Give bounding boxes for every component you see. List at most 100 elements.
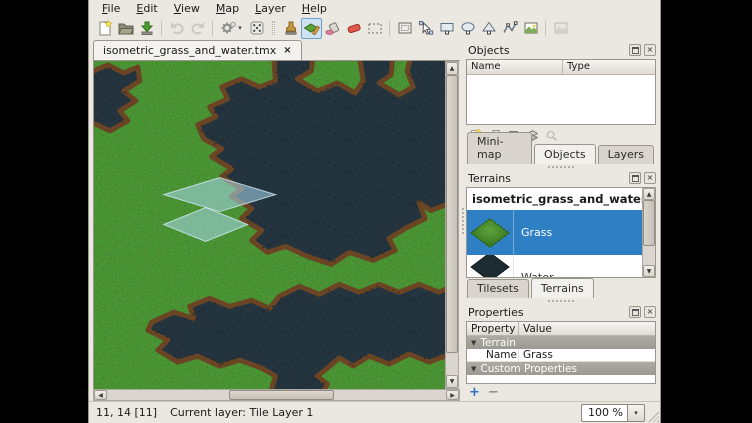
grass-tile-thumbnail bbox=[467, 210, 514, 255]
menu-file[interactable]: File bbox=[102, 2, 120, 15]
rectangular-select-button[interactable] bbox=[364, 18, 385, 39]
canvas-vertical-scrollbar[interactable]: ▲ ▼ bbox=[445, 61, 459, 389]
undo-button[interactable] bbox=[166, 18, 187, 39]
objects-panel-label: Objects bbox=[468, 44, 626, 57]
document-tab-bar: isometric_grass_and_water.tmx × bbox=[93, 40, 460, 60]
insert-ellipse-button[interactable] bbox=[457, 18, 478, 39]
tab-tilesets[interactable]: Tilesets bbox=[467, 279, 529, 298]
close-panel-icon[interactable]: × bbox=[644, 172, 656, 184]
scroll-down-icon[interactable]: ▼ bbox=[643, 265, 655, 277]
bucket-fill-button[interactable] bbox=[322, 18, 343, 39]
insert-polygon-button[interactable] bbox=[478, 18, 499, 39]
current-layer-label: Current layer: Tile Layer 1 bbox=[170, 406, 313, 419]
float-panel-icon[interactable] bbox=[629, 306, 641, 318]
document-tab[interactable]: isometric_grass_and_water.tmx × bbox=[93, 40, 302, 60]
collapse-icon[interactable]: ▼ bbox=[471, 339, 476, 347]
terrains-panel-title: Terrains × bbox=[466, 170, 656, 186]
redo-icon bbox=[190, 20, 206, 36]
insert-image-button[interactable] bbox=[550, 18, 571, 39]
scroll-right-icon[interactable]: ▶ bbox=[446, 390, 459, 400]
cursor-coordinates: 11, 14 [11] bbox=[96, 406, 157, 419]
objects-table[interactable]: Name Type bbox=[466, 59, 656, 125]
objects-col-type[interactable]: Type bbox=[563, 60, 655, 74]
menu-help[interactable]: Help bbox=[302, 2, 327, 15]
properties-table: Property Value ▼ Terrain Name Grass ▼ Cu… bbox=[466, 321, 656, 384]
properties-col-value[interactable]: Value bbox=[519, 322, 655, 335]
objects-table-header: Name Type bbox=[467, 60, 655, 75]
screen: File Edit View Map Layer Help ▾ bbox=[0, 0, 752, 423]
eraser-button[interactable] bbox=[343, 18, 364, 39]
close-panel-icon[interactable]: × bbox=[644, 306, 656, 318]
custom-properties-group-row[interactable]: ▼ Custom Properties bbox=[467, 362, 655, 375]
dice-icon bbox=[249, 20, 265, 36]
rect-select-icon bbox=[367, 20, 383, 36]
tab-layers[interactable]: Layers bbox=[598, 145, 654, 164]
dock-tabs-middle: Tilesets Terrains bbox=[466, 278, 656, 298]
select-objects-button[interactable] bbox=[394, 18, 415, 39]
zoom-dropdown-button[interactable]: ▾ bbox=[627, 404, 645, 422]
canvas-horizontal-scrollbar[interactable]: ◀ ▶ bbox=[93, 389, 460, 401]
new-button[interactable] bbox=[94, 18, 115, 39]
map-canvas[interactable] bbox=[93, 61, 445, 389]
insert-polyline-button[interactable] bbox=[499, 18, 520, 39]
hscroll-thumb[interactable] bbox=[229, 390, 334, 400]
zoom-level-field[interactable]: 100 % bbox=[581, 404, 627, 422]
objects-panel-title: Objects × bbox=[466, 42, 656, 58]
menu-view[interactable]: View bbox=[174, 2, 200, 15]
main-toolbar: ▾ bbox=[89, 16, 660, 40]
properties-col-property[interactable]: Property bbox=[467, 322, 519, 335]
scroll-up-icon[interactable]: ▲ bbox=[643, 188, 655, 200]
menu-layer[interactable]: Layer bbox=[255, 2, 286, 15]
open-icon bbox=[118, 20, 134, 36]
float-panel-icon[interactable] bbox=[629, 44, 641, 56]
properties-header: Property Value bbox=[467, 322, 655, 336]
insert-rectangle-button[interactable] bbox=[436, 18, 457, 39]
insert-tile-icon bbox=[523, 20, 539, 36]
save-button[interactable] bbox=[136, 18, 157, 39]
insert-tile-button[interactable] bbox=[520, 18, 541, 39]
main-area: isometric_grass_and_water.tmx × bbox=[89, 40, 660, 401]
resize-grip[interactable] bbox=[648, 411, 659, 422]
terrain-label: Grass bbox=[514, 226, 552, 239]
remove-property-button[interactable]: − bbox=[488, 385, 499, 400]
tab-mini-map[interactable]: Mini-map bbox=[467, 132, 532, 164]
redo-button[interactable] bbox=[187, 18, 208, 39]
terrains-scroll-thumb[interactable] bbox=[643, 200, 655, 246]
terrain-brush-icon bbox=[304, 20, 320, 36]
name-property-row[interactable]: Name Grass bbox=[467, 349, 655, 362]
scroll-left-icon[interactable]: ◀ bbox=[94, 390, 107, 400]
stamp-brush-button[interactable] bbox=[280, 18, 301, 39]
toolbar-separator bbox=[161, 21, 162, 36]
vscroll-thumb[interactable] bbox=[446, 75, 458, 353]
random-mode-button[interactable] bbox=[246, 18, 267, 39]
eraser-icon bbox=[346, 20, 362, 36]
property-name-value[interactable]: Grass bbox=[519, 349, 655, 361]
execute-command-button[interactable]: ▾ bbox=[217, 18, 246, 39]
goto-object-button[interactable] bbox=[544, 128, 559, 143]
terrains-scrollbar[interactable]: ▲ ▼ bbox=[642, 188, 655, 277]
terrain-brush-button[interactable] bbox=[301, 18, 322, 39]
toolbar-separator bbox=[389, 21, 390, 36]
tab-objects[interactable]: Objects bbox=[534, 144, 596, 164]
terrain-item-water[interactable]: Water bbox=[467, 255, 642, 278]
terrain-label: Water bbox=[514, 271, 554, 278]
objects-col-name[interactable]: Name bbox=[467, 60, 563, 74]
scroll-up-icon[interactable]: ▲ bbox=[446, 62, 458, 75]
menu-edit[interactable]: Edit bbox=[136, 2, 157, 15]
menu-map[interactable]: Map bbox=[216, 2, 239, 15]
add-property-button[interactable]: + bbox=[469, 385, 480, 400]
edit-polygons-button[interactable] bbox=[415, 18, 436, 39]
terrain-group-label: Terrain bbox=[480, 337, 516, 349]
bucket-icon bbox=[325, 20, 341, 36]
tab-close-icon[interactable]: × bbox=[283, 46, 291, 56]
properties-empty-area bbox=[467, 375, 655, 383]
close-panel-icon[interactable]: × bbox=[644, 44, 656, 56]
open-button[interactable] bbox=[115, 18, 136, 39]
save-icon bbox=[139, 20, 155, 36]
tab-terrains[interactable]: Terrains bbox=[531, 278, 594, 298]
collapse-icon[interactable]: ▼ bbox=[471, 365, 476, 373]
float-panel-icon[interactable] bbox=[629, 172, 641, 184]
terrain-item-grass[interactable]: Grass bbox=[467, 210, 642, 255]
terrain-group-row[interactable]: ▼ Terrain bbox=[467, 336, 655, 349]
scroll-down-icon[interactable]: ▼ bbox=[446, 375, 458, 388]
